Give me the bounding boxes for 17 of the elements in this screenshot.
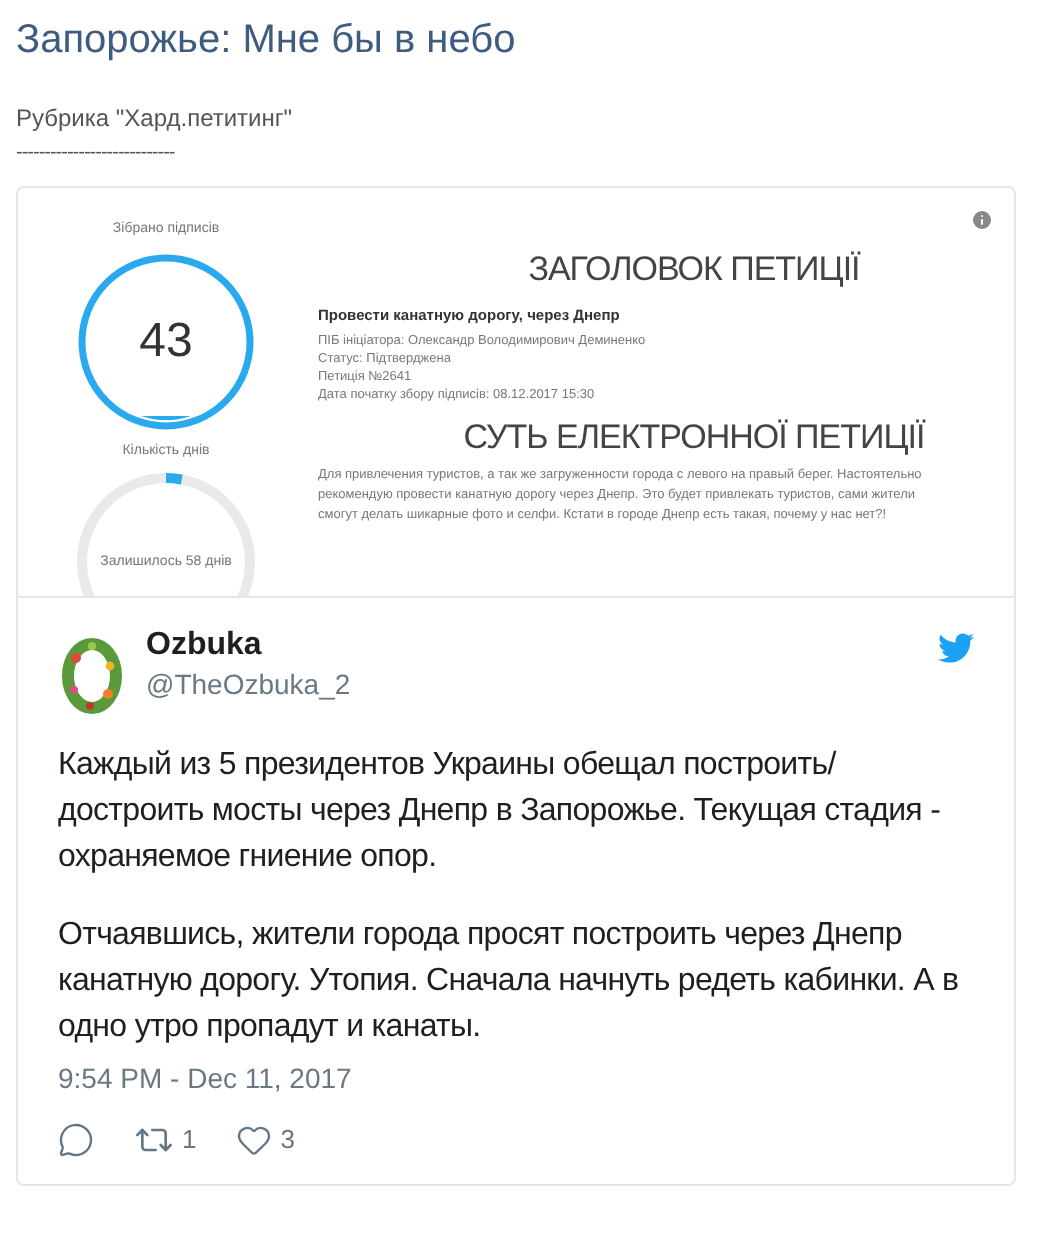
- twitter-bird-icon[interactable]: [938, 630, 974, 666]
- tweet-text: Отчаявшись, жители города просят построить через Днепр канатную дорогу. Утопия. Сначала начнуть редеть кабинки. А в одно утро пропадут и канаты.: [58, 916, 961, 1048]
- action-count: 1: [182, 1122, 197, 1159]
- tweet-text: Каждый из 5 президентов Украины обещал построить/ достроить мосты через Днепр в Запорожье. Текущая стадия - охраняемое гниение опор.: [58, 746, 943, 878]
- petition-heading: ЗАГОЛОВОК ПЕТИЦІЇ: [528, 248, 860, 292]
- signature-count: 43: [139, 315, 193, 367]
- action-count: 3: [280, 1122, 295, 1159]
- author-name[interactable]: Ozbuka: [146, 626, 351, 666]
- info-icon[interactable]: [970, 208, 994, 232]
- heart-icon[interactable]: [236, 1122, 273, 1158]
- rubric-text: Рубрика "Хард.петитинг": [16, 102, 295, 136]
- tweet-time[interactable]: 9:54 PM - Dec 11, 2017: [58, 1058, 974, 1100]
- summary-heading: СУТЬ ЕЛЕКТРОННОЇ ПЕТИЦІЇ: [463, 415, 925, 460]
- page-title: Запорожье: Мне бы в небо: [16, 16, 518, 64]
- reply-icon[interactable]: [58, 1122, 94, 1158]
- separator-text: ----------------------------: [16, 142, 177, 166]
- author-handle[interactable]: @TheOzbuka_2: [146, 666, 351, 702]
